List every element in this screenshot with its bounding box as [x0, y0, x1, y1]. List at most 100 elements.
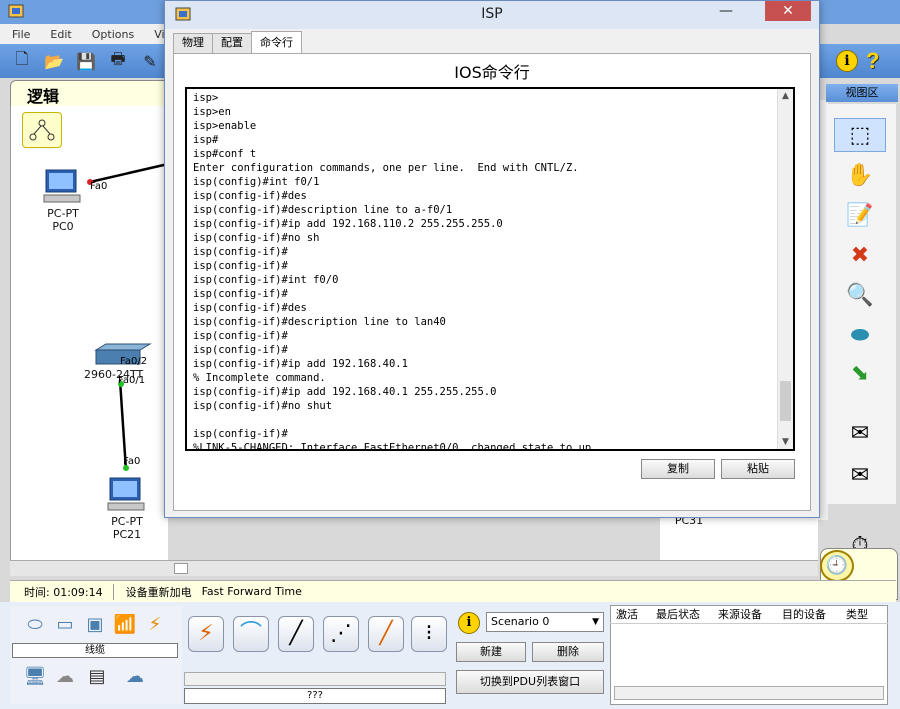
terminal-scroll-thumb[interactable]	[780, 381, 791, 421]
pc0-name-label: PC0	[52, 220, 74, 233]
minimize-icon[interactable]: —	[713, 3, 739, 21]
shape-tool-icon[interactable]: ⬬	[834, 318, 886, 352]
pdu-col-last-status[interactable]: 最后状态	[650, 606, 712, 623]
console-cable-icon[interactable]: ⌒	[233, 616, 269, 652]
power-cycle-button[interactable]: 设备重新加电	[114, 584, 192, 600]
switch-port-fa01: Fa0/1	[118, 375, 146, 386]
scenario-select[interactable]: Scenario 0 ▼	[486, 612, 604, 632]
delete-scenario-button[interactable]: 删除	[532, 642, 604, 662]
router-category-icon[interactable]: ⬭	[22, 614, 48, 636]
crossover-cable-icon[interactable]: ⋰	[323, 616, 359, 652]
packet-tracer-icon	[175, 7, 191, 21]
workspace-scroll-thumb[interactable]	[174, 563, 188, 574]
connection-scrollbar[interactable]	[184, 672, 446, 686]
terminal-line: isp#	[193, 134, 219, 146]
status-bar: 时间: 01:09:14 设备重新加电 Fast Forward Time	[10, 580, 896, 602]
wan-emulation-category-icon[interactable]: ☁	[52, 666, 78, 688]
scenario-info-icon[interactable]: i	[458, 612, 480, 634]
note-tool-icon[interactable]: 📝	[834, 198, 886, 232]
terminal-line: isp>en	[193, 106, 231, 118]
terminal-line: isp(config-if)#	[193, 260, 288, 272]
terminal-line: isp(config-if)#	[193, 344, 288, 356]
paste-button[interactable]: 粘贴	[721, 459, 795, 479]
terminal-line: % Incomplete command.	[193, 372, 326, 384]
delete-tool-icon[interactable]: ✖	[834, 238, 886, 272]
isp-device-dialog: ISP — ✕ 物理 配置 命令行 IOS命令行 isp> isp>en isp>e…	[164, 0, 820, 518]
terminal-line: isp(config-if)#	[193, 288, 288, 300]
copy-button[interactable]: 复制	[641, 459, 715, 479]
terminal-line: isp(config-if)#no shut	[193, 400, 333, 412]
terminal-line: Enter configuration commands, one per li…	[193, 162, 579, 174]
multiuser-category-icon[interactable]: ☁	[122, 666, 148, 688]
pdu-col-destination[interactable]: 目的设备	[776, 606, 840, 623]
switch-pdu-list-button[interactable]: 切换到PDU列表窗口	[456, 670, 604, 694]
close-icon[interactable]: ✕	[765, 1, 811, 21]
cli-terminal[interactable]: isp> isp>en isp>enable isp# isp#conf t Enter …	[185, 87, 795, 451]
switch-category-icon[interactable]: ▭	[52, 614, 78, 636]
end-device-category-icon[interactable]: 🖥	[22, 666, 48, 688]
phone-cable-icon[interactable]: ⁝	[411, 616, 447, 652]
dialog-tabs: 物理 配置 命令行	[173, 31, 302, 53]
pc21-port-label: Fa0	[123, 456, 141, 467]
pc21-computer-icon[interactable]	[104, 476, 148, 512]
fast-forward-button[interactable]: Fast Forward Time	[192, 585, 302, 598]
scenario-value: Scenario 0	[491, 615, 550, 628]
chevron-down-icon: ▼	[592, 617, 599, 627]
connections-category-icon[interactable]: ⚡	[142, 614, 168, 636]
pdu-col-source[interactable]: 来源设备	[712, 606, 776, 623]
pc21-type-label: PC-PT	[111, 515, 143, 528]
tab-config[interactable]: 配置	[212, 33, 252, 53]
cable-pc0[interactable]	[89, 162, 169, 184]
terminal-line: isp(config-if)#int f0/0	[193, 274, 339, 286]
terminal-line: isp(config-if)#no sh	[193, 232, 320, 244]
workspace-horizontal-scrollbar[interactable]	[10, 560, 818, 576]
pc0-type-label: PC-PT	[47, 207, 79, 220]
scroll-up-icon[interactable]: ▲	[778, 89, 793, 103]
ios-cli-heading: IOS命令行	[454, 63, 530, 82]
new-scenario-button[interactable]: 新建	[456, 642, 526, 662]
category-label: 线缆	[12, 643, 178, 658]
info-icon[interactable]: i	[836, 50, 858, 72]
fiber-cable-icon[interactable]: ╱	[368, 616, 404, 652]
pdu-col-fire[interactable]: 激活	[610, 606, 650, 623]
tab-cli[interactable]: 命令行	[251, 31, 302, 53]
clock-icon[interactable]: 🕘	[820, 550, 854, 582]
help-icon[interactable]: ?	[866, 48, 879, 74]
pdu-table-scrollbar[interactable]	[614, 686, 884, 700]
complex-pdu-icon[interactable]: ✉	[834, 458, 886, 492]
terminal-line: %LINK-5-CHANGED: Interface FastEthernet0…	[193, 442, 592, 451]
connection-type-label: ???	[184, 688, 446, 704]
terminal-line: isp>	[193, 92, 219, 104]
auto-connection-icon[interactable]: ⚡	[188, 616, 224, 652]
terminal-line: isp(config-if)#description line to a-f0/…	[193, 204, 453, 216]
switch-port-fa02: Fa0/2	[120, 356, 148, 367]
pc21-name-label: PC21	[112, 528, 142, 541]
pdu-col-type[interactable]: 类型	[840, 606, 884, 623]
tab-physical[interactable]: 物理	[173, 33, 213, 53]
terminal-line: isp(config-if)#des	[193, 302, 307, 314]
terminal-output[interactable]: isp> isp>en isp>enable isp# isp#conf t Enter …	[193, 91, 779, 451]
terminal-line: isp(config-if)#	[193, 428, 288, 440]
terminal-line: isp(config-if)#	[193, 330, 288, 342]
terminal-line: isp#conf t	[193, 148, 257, 160]
hub-category-icon[interactable]: ▣	[82, 614, 108, 636]
pc0-port-label: Fa0	[90, 181, 108, 192]
simple-pdu-icon[interactable]: ✉	[834, 416, 886, 450]
view-area-label: 视图区	[826, 84, 898, 102]
time-readout: 时间: 01:09:14	[10, 583, 114, 600]
select-tool-icon[interactable]: ⬚	[834, 118, 886, 152]
scroll-down-icon[interactable]: ▼	[778, 435, 793, 449]
terminal-scrollbar[interactable]: ▲ ▼	[777, 89, 793, 449]
terminal-line: isp(config)#int f0/1	[193, 176, 320, 188]
pc0-computer-icon[interactable]	[40, 168, 84, 204]
zoom-tool-icon[interactable]: 🔍	[834, 278, 886, 312]
resize-tool-icon[interactable]: ⬊	[834, 356, 886, 390]
custom-device-category-icon[interactable]: ▤	[84, 666, 110, 688]
hand-tool-icon[interactable]: ✋	[834, 158, 886, 192]
wireless-category-icon[interactable]: 📶	[112, 614, 138, 636]
right-toolbar	[818, 44, 900, 78]
terminal-line: isp(config-if)#ip add 192.168.40.1	[193, 358, 408, 370]
straight-through-cable-icon[interactable]: ╱	[278, 616, 314, 652]
pdu-table-header: 激活 最后状态 来源设备 目的设备 类型	[610, 606, 888, 624]
